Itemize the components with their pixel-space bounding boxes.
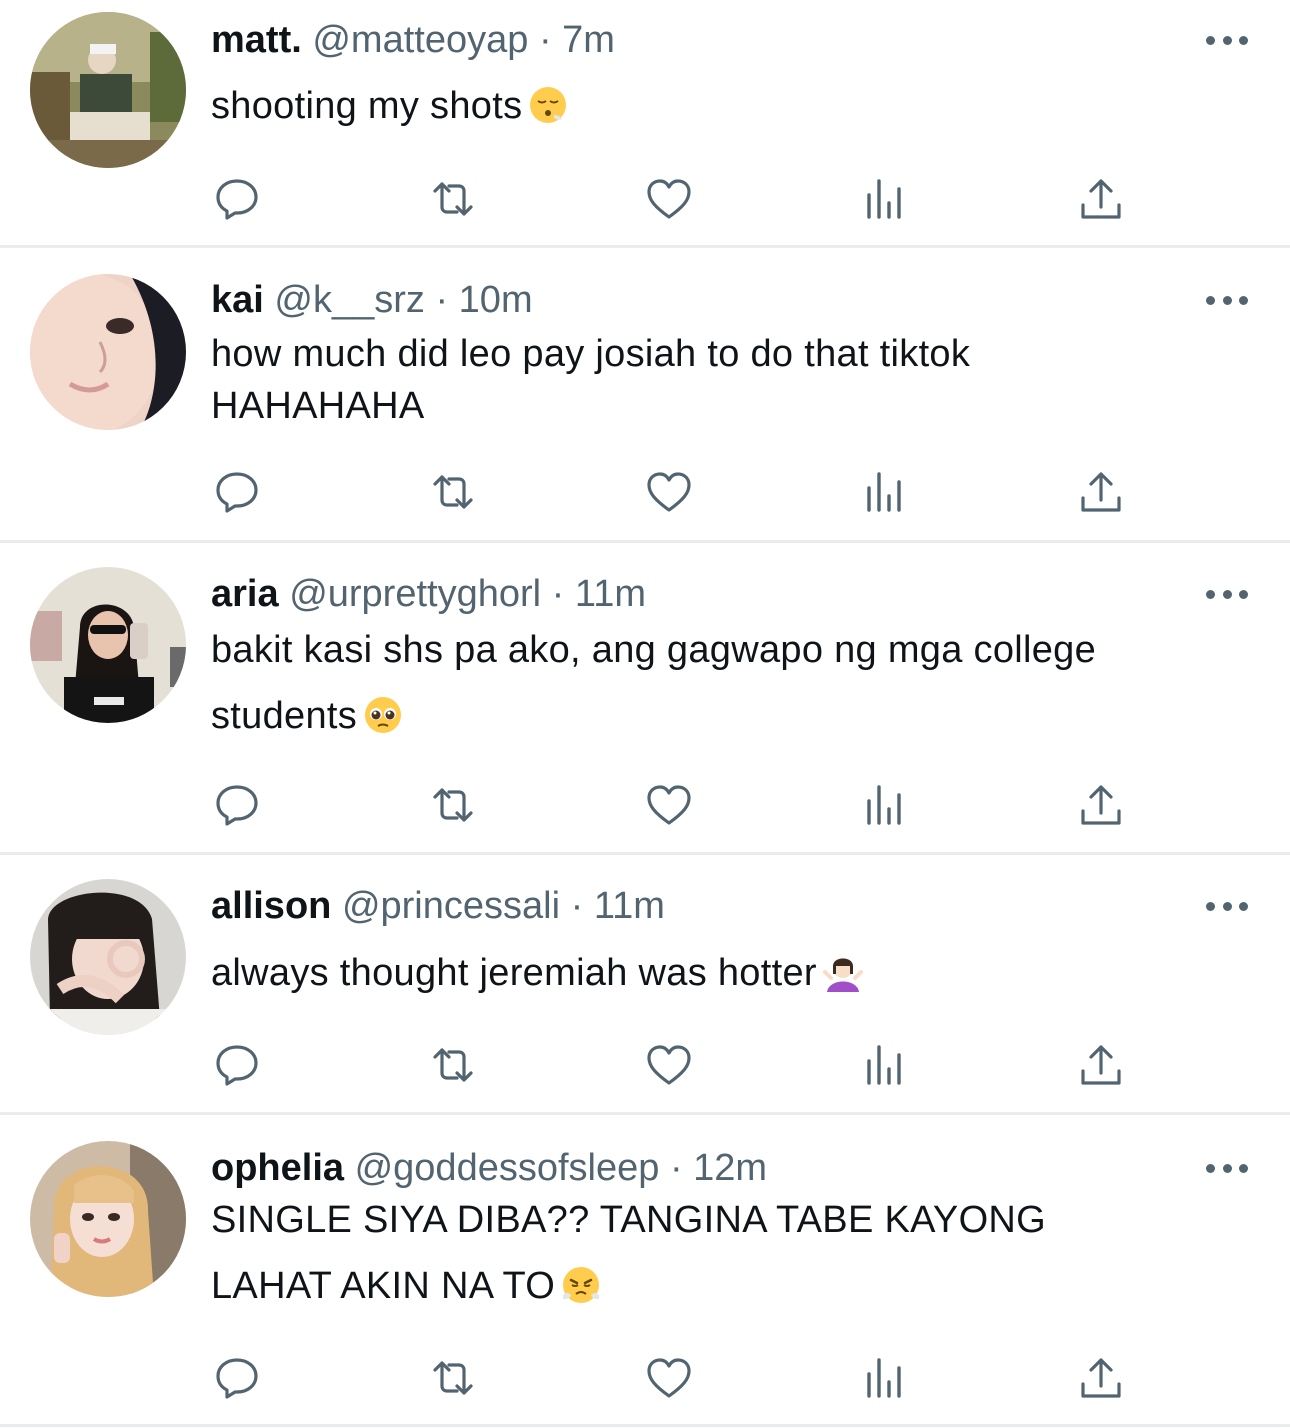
user-handle[interactable]: @princessali [342,885,560,927]
tweet-text-line: always thought jeremiah was hotter [211,952,817,994]
tweet-text-line: students [211,695,358,737]
face-exhaling-emoji [530,87,567,123]
avatar[interactable] [30,12,186,168]
share-icon[interactable] [1077,1041,1125,1089]
avatar[interactable] [30,274,186,430]
tweet-header: matt. @matteoyap · 7m [211,18,615,62]
separator: · [669,1147,683,1189]
timestamp[interactable]: 7m [562,19,615,61]
more-options-icon[interactable] [1206,32,1248,48]
tweet-header: aria @urprettyghorl · 11m [211,572,646,616]
tweet-actions [0,1041,1290,1089]
woman-shrugging-emoji [822,958,863,992]
more-options-icon[interactable] [1206,586,1248,602]
more-options-icon[interactable] [1206,292,1248,308]
user-handle[interactable]: @matteoyap [312,19,528,61]
timestamp[interactable]: 10m [459,279,533,321]
display-name[interactable]: aria [211,573,279,615]
tweet-text: SINGLE SIYA DIBA?? TANGINA TABE KAYONG L… [211,1187,1251,1319]
share-icon[interactable] [1077,175,1125,223]
display-name[interactable]: matt. [211,19,302,61]
tweet[interactable]: kai @k__srz · 10m how much did leo pay j… [0,248,1290,540]
like-icon[interactable] [645,1354,693,1402]
reply-icon[interactable] [213,781,261,829]
tweet-header: ophelia @goddessofsleep · 12m [211,1146,767,1190]
share-icon[interactable] [1077,781,1125,829]
retweet-icon[interactable] [429,781,477,829]
tweet-actions [0,781,1290,829]
tweet[interactable]: aria @urprettyghorl · 11m bakit kasi shs… [0,543,1290,852]
tweet[interactable]: allison @princessali · 11m always though… [0,855,1290,1112]
tweet-actions [0,468,1290,516]
user-handle[interactable]: @goddessofsleep [355,1147,660,1189]
timestamp[interactable]: 11m [594,885,665,927]
views-icon[interactable] [861,175,909,223]
reply-icon[interactable] [213,468,261,516]
reply-icon[interactable] [213,1041,261,1089]
reply-icon[interactable] [213,1354,261,1402]
tweet-text-line: HAHAHAHA [211,385,425,427]
more-options-icon[interactable] [1206,1160,1248,1176]
separator: · [435,279,449,321]
separator: · [570,885,584,927]
timestamp[interactable]: 11m [575,573,646,615]
retweet-icon[interactable] [429,1041,477,1089]
retweet-icon[interactable] [429,468,477,516]
reply-icon[interactable] [213,175,261,223]
views-icon[interactable] [861,468,909,516]
tweet-text-line: shooting my shots [211,85,523,127]
tweet-text: always thought jeremiah was hotter [211,949,1251,997]
avatar[interactable] [30,567,186,723]
face-with-steam-emoji [563,1267,600,1303]
tweet-actions [0,175,1290,223]
tweet-text-line: how much did leo pay josiah to do that t… [211,333,971,375]
tweet-text-line: bakit kasi shs pa ako, ang gagwapo ng mg… [211,629,1097,671]
tweet-text-line: LAHAT AKIN NA TO [211,1265,556,1307]
avatar[interactable] [30,879,186,1035]
tweet-header: kai @k__srz · 10m [211,278,533,322]
tweet-text: how much did leo pay josiah to do that t… [211,328,1251,432]
retweet-icon[interactable] [429,175,477,223]
tweet[interactable]: ophelia @goddessofsleep · 12m SINGLE SIY… [0,1115,1290,1428]
user-handle[interactable]: @urprettyghorl [289,573,541,615]
views-icon[interactable] [861,1041,909,1089]
timestamp[interactable]: 12m [693,1147,767,1189]
pleading-face-emoji [365,697,402,733]
like-icon[interactable] [645,1041,693,1089]
separator: · [538,19,552,61]
display-name[interactable]: allison [211,885,331,927]
tweet-text-line: SINGLE SIYA DIBA?? TANGINA TABE KAYONG [211,1199,1047,1241]
divider [0,1424,1290,1427]
like-icon[interactable] [645,468,693,516]
like-icon[interactable] [645,175,693,223]
tweet[interactable]: matt. @matteoyap · 7m shooting my shots [0,0,1290,246]
display-name[interactable]: ophelia [211,1147,344,1189]
separator: · [551,573,565,615]
tweet-actions [0,1354,1290,1402]
display-name[interactable]: kai [211,279,264,321]
avatar[interactable] [30,1141,186,1297]
share-icon[interactable] [1077,1354,1125,1402]
tweet-text: shooting my shots [211,82,1251,130]
views-icon[interactable] [861,781,909,829]
views-icon[interactable] [861,1354,909,1402]
share-icon[interactable] [1077,468,1125,516]
tweet-header: allison @princessali · 11m [211,884,665,928]
tweet-text: bakit kasi shs pa ako, ang gagwapo ng mg… [211,617,1251,749]
like-icon[interactable] [645,781,693,829]
user-handle[interactable]: @k__srz [274,279,425,321]
more-options-icon[interactable] [1206,898,1248,914]
retweet-icon[interactable] [429,1354,477,1402]
